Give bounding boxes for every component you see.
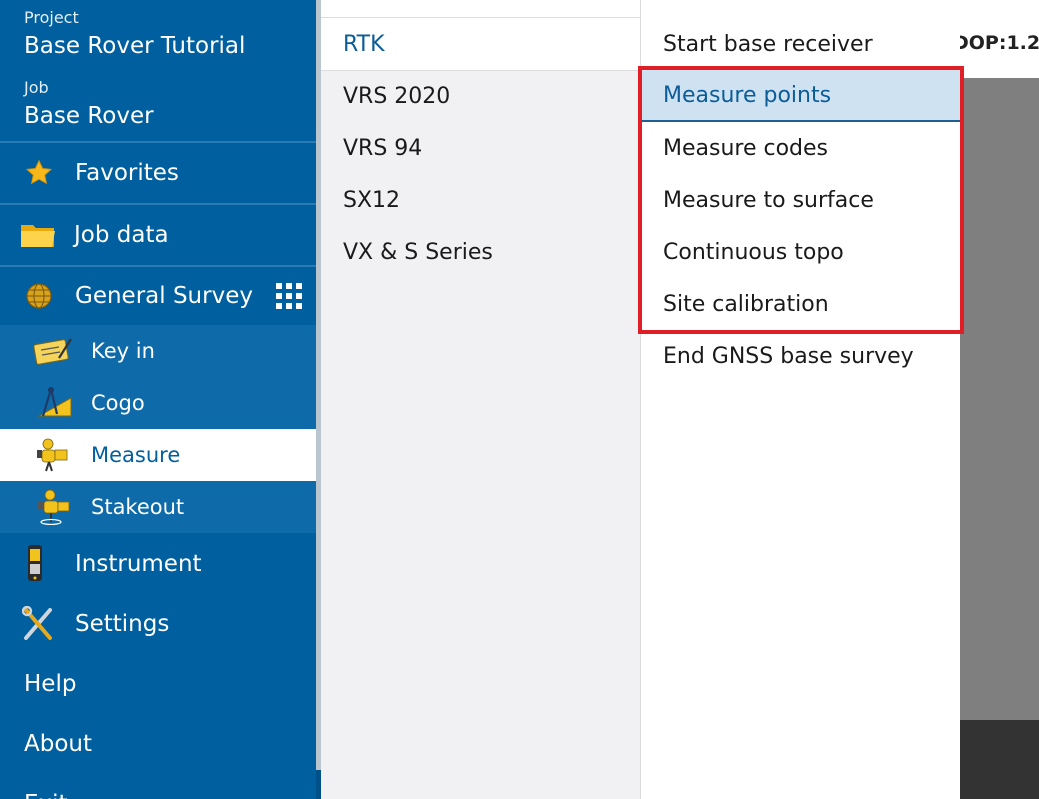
sidebar: Project Base Rover Tutorial Job Base Rov… xyxy=(0,0,316,799)
list-item-label: SX12 xyxy=(343,187,401,213)
menu-item-label: Site calibration xyxy=(663,291,829,317)
menu-item-label: Measure codes xyxy=(663,135,829,161)
instrument-icon xyxy=(22,544,48,584)
job-name[interactable]: Base Rover xyxy=(24,103,154,129)
sidebar-item-label: Job data xyxy=(74,222,169,248)
menu-item-start-base-receiver[interactable]: Start base receiver xyxy=(641,18,960,70)
menu-item-label: End GNSS base survey xyxy=(663,343,914,369)
menu-item-label: Measure to surface xyxy=(663,187,874,213)
sidebar-item-label: Favorites xyxy=(75,160,179,186)
sidebar-item-label: Instrument xyxy=(75,551,202,577)
sidebar-subitem-stakeout[interactable]: Stakeout xyxy=(0,481,316,533)
background-app: DOP:1.2 xyxy=(953,0,1039,799)
menu-item-label: Start base receiver xyxy=(663,31,873,57)
globe-icon xyxy=(24,281,54,311)
sidebar-item-job-data[interactable]: Job data xyxy=(0,205,316,265)
sidebar-item-label: About xyxy=(24,731,93,757)
survey-style-rtk[interactable]: RTK xyxy=(321,18,640,71)
sidebar-item-label: Help xyxy=(24,671,77,697)
sidebar-item-label: Settings xyxy=(75,611,170,637)
sidebar-item-help[interactable]: Help xyxy=(0,655,316,713)
list-item-label: RTK xyxy=(343,31,385,57)
survey-style-sx12[interactable]: SX12 xyxy=(321,174,640,226)
sidebar-subitem-label: Stakeout xyxy=(91,495,185,519)
menu-item-measure-to-surface[interactable]: Measure to surface xyxy=(641,174,960,226)
sidebar-item-instrument[interactable]: Instrument xyxy=(0,535,316,593)
background-status-bar: DOP:1.2 xyxy=(953,0,1039,78)
menu-item-measure-codes[interactable]: Measure codes xyxy=(641,122,960,174)
sidebar-subitem-label: Key in xyxy=(91,339,155,363)
sidebar-item-favorites[interactable]: Favorites xyxy=(0,143,316,203)
sidebar-subitem-measure[interactable]: Measure xyxy=(0,429,316,481)
measure-menu: Start base receiver Measure points Measu… xyxy=(641,0,960,799)
menu-item-continuous-topo[interactable]: Continuous topo xyxy=(641,226,960,278)
sidebar-subitem-label: Measure xyxy=(91,443,181,467)
sidebar-item-general-survey[interactable]: General Survey xyxy=(0,267,316,325)
survey-style-vx-s-series[interactable]: VX & S Series xyxy=(321,226,640,278)
survey-style-vrs-94[interactable]: VRS 94 xyxy=(321,122,640,174)
menu-item-end-gnss-base-survey[interactable]: End GNSS base survey xyxy=(641,330,960,382)
sidebar-item-about[interactable]: About xyxy=(0,715,316,773)
menu-item-label: Measure points xyxy=(663,82,832,108)
menu-item-site-calibration[interactable]: Site calibration xyxy=(641,278,960,330)
project-name[interactable]: Base Rover Tutorial xyxy=(24,33,245,59)
menu-item-measure-points[interactable]: Measure points xyxy=(641,70,960,122)
sidebar-item-exit[interactable]: Exit xyxy=(0,775,316,799)
measure-icon xyxy=(36,437,70,473)
list-item-label: VRS 2020 xyxy=(343,83,451,109)
dop-readout: DOP:1.2 xyxy=(953,32,1039,54)
sidebar-subitem-cogo[interactable]: Cogo xyxy=(0,377,316,429)
list-header-spacer xyxy=(321,0,640,18)
grid-icon[interactable] xyxy=(276,283,302,309)
sidebar-subitem-label: Cogo xyxy=(91,391,145,415)
survey-style-vrs-2020[interactable]: VRS 2020 xyxy=(321,70,640,122)
sidebar-subitem-key-in[interactable]: Key in xyxy=(0,325,316,377)
cogo-icon xyxy=(35,386,75,420)
star-icon xyxy=(24,158,54,188)
list-item-label: VX & S Series xyxy=(343,239,493,265)
stakeout-icon xyxy=(36,488,72,526)
background-footer xyxy=(960,720,1039,799)
folder-icon xyxy=(20,220,56,250)
sidebar-item-label: Exit xyxy=(24,791,68,799)
menu-item-label: Continuous topo xyxy=(663,239,844,265)
survey-style-list: RTK VRS 2020 VRS 94 SX12 VX & S Series xyxy=(321,0,641,799)
list-item-label: VRS 94 xyxy=(343,135,423,161)
sidebar-item-settings[interactable]: Settings xyxy=(0,595,316,653)
key-in-icon xyxy=(33,335,73,367)
project-label: Project xyxy=(24,8,79,27)
settings-icon xyxy=(22,606,54,642)
sidebar-item-label: General Survey xyxy=(75,283,253,309)
job-label: Job xyxy=(24,78,49,97)
